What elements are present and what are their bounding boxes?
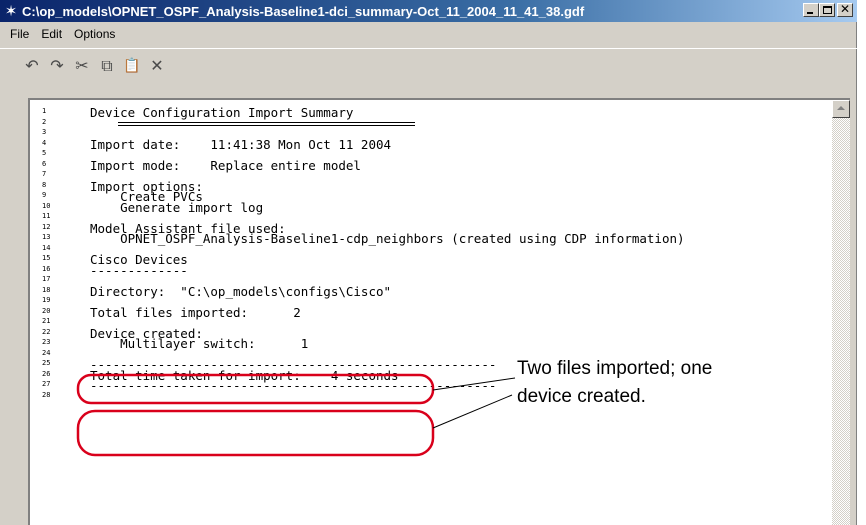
- minimize-icon: [807, 12, 813, 14]
- editor-window: ✶ C:\op_models\OPNET_OSPF_Analysis-Basel…: [0, 0, 857, 525]
- document-line: Multilayer switch: 1: [90, 336, 309, 351]
- line-number: 1: [42, 107, 47, 115]
- line-number: 14: [42, 243, 51, 252]
- document-line: Import date: 11:41:38 Mon Oct 11 2004: [90, 136, 392, 152]
- line-number: 15: [42, 254, 51, 262]
- close-icon: ✕: [839, 2, 851, 16]
- minimize-button[interactable]: [803, 3, 819, 17]
- window-title: C:\op_models\OPNET_OSPF_Analysis-Baselin…: [22, 3, 585, 19]
- annotation-line-2: device created.: [517, 386, 646, 407]
- document-line: Generate import log: [90, 199, 264, 215]
- star-app-icon: ✶: [4, 2, 18, 20]
- line-number: 7: [42, 170, 47, 178]
- line-number: 17: [42, 275, 51, 283]
- line-number: 11: [42, 212, 51, 220]
- menu-options[interactable]: Options: [68, 27, 121, 41]
- title-underline: [118, 125, 415, 126]
- text-editor[interactable]: 1 2 3 4 5 6 7 8 9 10 11 12 13 14 15 16 17 18 19 20 21 22 23 24 2…: [28, 98, 850, 525]
- line-number: 18: [42, 285, 51, 294]
- title-bar[interactable]: ✶ C:\op_models\OPNET_OSPF_Analysis-Basel…: [0, 0, 857, 22]
- copy-icon[interactable]: ⧉: [97, 55, 117, 77]
- paste-icon[interactable]: 📋: [122, 55, 142, 77]
- scroll-up-button[interactable]: [832, 100, 850, 118]
- close-button[interactable]: ✕: [837, 2, 853, 17]
- menu-bar: File Edit Options: [0, 22, 857, 46]
- vertical-scrollbar[interactable]: [832, 100, 850, 525]
- line-number: 3: [42, 128, 47, 136]
- line-number: 5: [42, 149, 47, 157]
- document-line: -------------: [90, 262, 188, 278]
- annotation-line-1: Two files imported; one: [517, 358, 713, 379]
- line-number-gutter: 1 2 3 4 5 6 7 8 9 10 11 12 13 14 15 16 17 18 19 20 21 22 23 24 2…: [30, 100, 86, 525]
- undo-icon[interactable]: ↶: [22, 55, 42, 77]
- redo-icon[interactable]: ↷: [47, 55, 67, 77]
- line-number: 16: [42, 264, 51, 273]
- document-line: ----------------------------------------…: [90, 378, 497, 393]
- line-number: 20: [42, 306, 51, 315]
- line-number: 8: [42, 180, 47, 189]
- line-number: 13: [42, 233, 51, 241]
- document-line: Import mode: Replace entire model: [90, 157, 361, 173]
- window-controls: ✕: [803, 2, 853, 17]
- document-line: Total files imported: 2: [90, 304, 301, 320]
- maximize-icon: [823, 6, 832, 14]
- line-number: 9: [42, 191, 47, 199]
- delete-icon[interactable]: ✕: [147, 55, 167, 77]
- line-number: 24: [42, 348, 51, 357]
- line-number: 27: [42, 380, 51, 388]
- line-number: 21: [42, 317, 51, 325]
- line-number: 23: [42, 338, 51, 346]
- maximize-button[interactable]: [819, 3, 835, 17]
- line-number: 22: [42, 327, 51, 336]
- line-number: 19: [42, 296, 51, 304]
- cut-icon[interactable]: ✂: [72, 55, 92, 77]
- document-line: OPNET_OSPF_Analysis-Baseline1-cdp_neighb…: [90, 231, 685, 246]
- line-number: 26: [42, 369, 51, 378]
- toolbar: ↶ ↷ ✂ ⧉ 📋 ✕: [0, 48, 857, 98]
- line-number: 2: [42, 117, 47, 126]
- menu-file[interactable]: File: [4, 27, 35, 41]
- line-number: 4: [42, 138, 47, 147]
- title-underline: [118, 122, 415, 123]
- line-number: 28: [42, 390, 51, 399]
- document-line: Device Configuration Import Summary: [90, 105, 354, 120]
- menu-edit[interactable]: Edit: [35, 27, 68, 41]
- line-number: 25: [42, 359, 51, 367]
- line-number: 10: [42, 201, 51, 210]
- document-line: Directory: "C:\op_models\configs\Cisco": [90, 283, 392, 299]
- line-number: 12: [42, 222, 51, 231]
- line-number: 6: [42, 159, 47, 168]
- annotation-callout: Two files imported; one device created.: [517, 355, 837, 411]
